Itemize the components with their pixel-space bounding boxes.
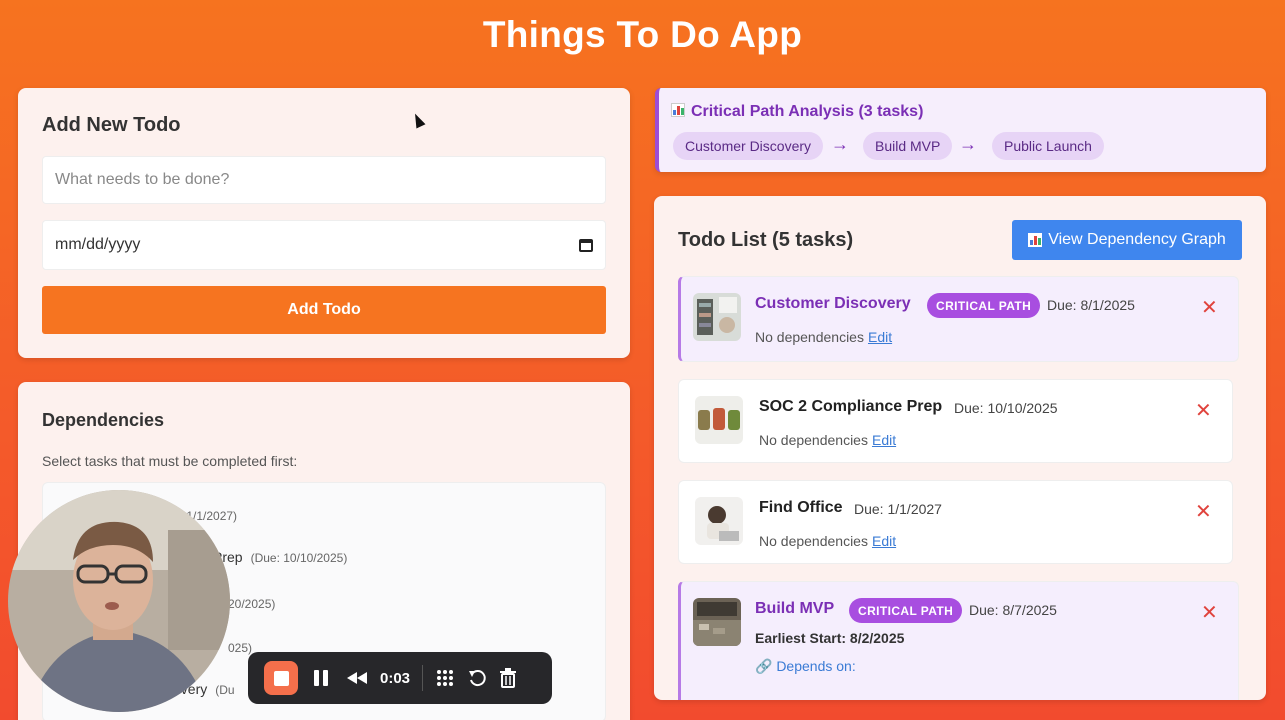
pause-button[interactable] — [312, 668, 330, 688]
restart-icon — [469, 670, 486, 687]
delete-icon[interactable]: ✕ — [1195, 499, 1212, 524]
app-title: Things To Do App — [482, 14, 803, 55]
dependency-option-due: 20/2025) — [228, 597, 276, 611]
view-dependency-graph-button[interactable]: View Dependency Graph — [1012, 220, 1242, 260]
todo-list-panel: Todo List (5 tasks) View Dependency Grap… — [654, 196, 1266, 700]
todo-name[interactable]: SOC 2 Compliance Prep — [759, 398, 942, 416]
grid-dots-icon — [437, 670, 454, 686]
todo-item: Build MVP CRITICAL PATH Due: 8/7/2025 ✕ … — [678, 581, 1239, 700]
rewind-icon — [347, 672, 367, 684]
todo-dependencies: No dependencies Edit — [759, 432, 897, 448]
delete-icon[interactable]: ✕ — [1201, 600, 1218, 625]
todo-thumbnail — [693, 293, 741, 341]
earliest-start: Earliest Start: 8/2/2025 — [755, 630, 905, 646]
edit-link[interactable]: Edit — [872, 432, 896, 448]
add-todo-heading: Add New Todo — [42, 114, 181, 136]
delete-icon[interactable]: ✕ — [1201, 295, 1218, 320]
bar-chart-icon — [671, 103, 685, 117]
due-date-placeholder: mm/dd/yyyy — [55, 236, 141, 253]
calendar-icon[interactable] — [579, 238, 593, 252]
todo-thumbnail — [695, 497, 743, 545]
toolbar-divider — [422, 665, 424, 691]
critical-path-badge: CRITICAL PATH — [849, 598, 963, 623]
webcam-overlay — [8, 490, 230, 712]
grid-button[interactable] — [435, 668, 455, 688]
todo-thumbnail — [695, 396, 743, 444]
delete-icon[interactable]: ✕ — [1195, 398, 1212, 423]
todo-title-placeholder: What needs to be done? — [55, 171, 230, 188]
dependency-option-due: (Due: 10/10/2025) — [250, 551, 348, 565]
dependency-option[interactable]: Prep (Due: 10/10/2025) — [213, 549, 347, 565]
add-todo-panel: Add New Todo What needs to be done? mm/d… — [18, 88, 630, 358]
dependencies-hint: Select tasks that must be completed firs… — [42, 453, 298, 469]
todo-name[interactable]: Customer Discovery — [755, 295, 911, 313]
arrow-right-icon: → — [831, 134, 849, 154]
todo-name[interactable]: Build MVP — [755, 600, 834, 618]
dependency-option[interactable]: 20/2025) — [228, 595, 275, 611]
todo-item: Customer Discovery CRITICAL PATH Due: 8/… — [678, 276, 1239, 362]
edit-link[interactable]: Edit — [868, 329, 892, 345]
bar-chart-icon — [1028, 233, 1043, 247]
trash-icon — [500, 668, 517, 688]
dependency-option-due: (Du — [215, 683, 235, 697]
dependencies-heading: Dependencies — [42, 410, 165, 430]
todo-thumbnail — [693, 598, 741, 646]
critical-path-chip: Customer Discovery — [673, 132, 824, 160]
dependency-option[interactable]: 025) — [228, 639, 252, 655]
todo-due-date: Due: 8/1/2025 — [1047, 297, 1135, 313]
depends-on-label: 🔗 Depends on: — [755, 658, 856, 674]
todo-item: SOC 2 Compliance Prep Due: 10/10/2025 ✕ … — [678, 379, 1233, 463]
stop-icon — [273, 670, 289, 686]
todo-title-input[interactable]: What needs to be done? — [42, 156, 606, 204]
recording-timer: 0:03 — [380, 669, 411, 687]
arrow-right-icon: → — [959, 134, 977, 154]
restart-button[interactable] — [467, 668, 487, 688]
rewind-button[interactable] — [346, 670, 368, 686]
pause-icon — [314, 670, 328, 686]
edit-link[interactable]: Edit — [872, 533, 896, 549]
critical-path-title: Critical Path Analysis (3 tasks) — [671, 103, 923, 121]
add-todo-button[interactable]: Add Todo — [42, 286, 606, 334]
stop-recording-button[interactable] — [264, 661, 298, 695]
todo-dependencies: No dependencies Edit — [759, 533, 897, 549]
critical-path-chip: Public Launch — [992, 132, 1104, 160]
todo-due-date: Due: 10/10/2025 — [954, 400, 1058, 416]
critical-path-chip: Build MVP — [863, 132, 953, 160]
todo-due-date: Due: 8/7/2025 — [969, 602, 1057, 618]
critical-path-badge: CRITICAL PATH — [927, 293, 1041, 318]
critical-path-panel: Critical Path Analysis (3 tasks) Custome… — [655, 88, 1266, 172]
dependency-option-due: 025) — [228, 641, 253, 655]
todo-item: Find Office Due: 1/1/2027 ✕ No dependenc… — [678, 480, 1233, 564]
todo-name[interactable]: Find Office — [759, 499, 843, 517]
due-date-input[interactable]: mm/dd/yyyy — [42, 220, 606, 270]
todo-list-title: Todo List (5 tasks) — [678, 229, 854, 251]
todo-dependencies: No dependencies Edit — [755, 329, 893, 345]
recording-toolbar: 0:03 — [248, 652, 552, 704]
delete-recording-button[interactable] — [499, 668, 517, 688]
todo-due-date: Due: 1/1/2027 — [854, 501, 942, 517]
